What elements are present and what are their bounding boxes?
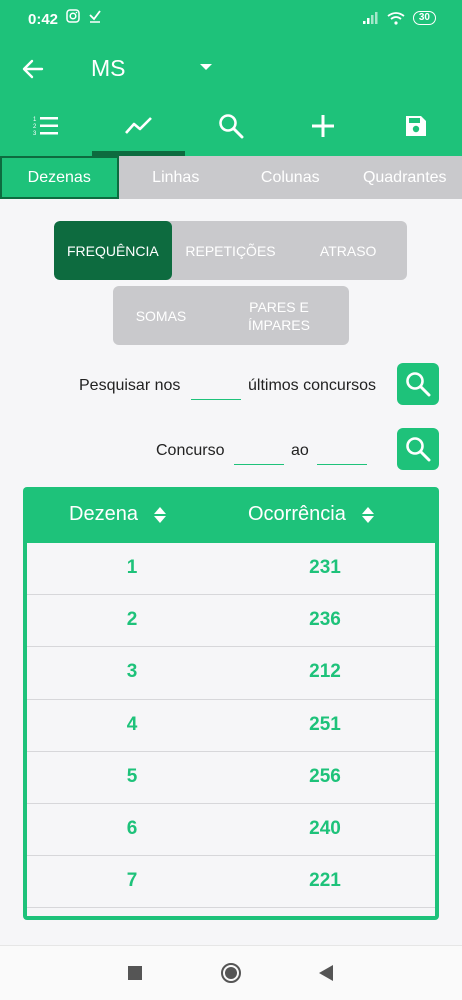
svg-text:2: 2 xyxy=(33,124,37,130)
range-to-input[interactable] xyxy=(317,443,367,465)
cell-dezena: 5 xyxy=(126,765,138,787)
cell-ocorrencia: 256 xyxy=(309,765,341,787)
header-dezena-label: Dezena xyxy=(69,503,138,525)
app-bar: MS xyxy=(0,42,462,96)
app-title[interactable]: MS xyxy=(91,55,126,82)
square-icon xyxy=(128,966,142,980)
tab-save[interactable] xyxy=(370,96,462,156)
subtab-linhas[interactable]: Linhas xyxy=(119,156,234,199)
search-icon xyxy=(406,437,431,462)
cell-dezena: 1 xyxy=(126,557,138,578)
status-icons-right: 30 xyxy=(362,11,436,25)
system-nav-bar xyxy=(0,945,462,1000)
subtabs: Dezenas Linhas Colunas Quadrantes xyxy=(0,156,462,199)
segment-pares-impares[interactable]: PARES E ÍMPARES xyxy=(209,286,349,345)
search-range-button[interactable] xyxy=(397,428,439,470)
cell-ocorrencia: 221 xyxy=(309,870,341,892)
cell-ocorrencia: 236 xyxy=(309,609,341,631)
list-numbered-icon: 123 xyxy=(33,117,59,137)
table-row[interactable]: 2 236 xyxy=(27,595,435,648)
segment-atraso[interactable]: ATRASO xyxy=(289,221,407,280)
cell-dezena: 4 xyxy=(126,713,138,735)
table-row[interactable]: 3 212 xyxy=(27,647,435,700)
svg-text:1: 1 xyxy=(33,117,37,123)
instagram-icon xyxy=(66,9,80,23)
wifi-icon xyxy=(387,11,405,25)
range-from-input[interactable] xyxy=(234,443,284,465)
table-row[interactable]: 6 240 xyxy=(27,804,435,857)
subtab-dezenas[interactable]: Dezenas xyxy=(0,156,119,199)
download-done-icon xyxy=(89,10,101,23)
cell-ocorrencia: 240 xyxy=(309,817,341,839)
cell-ocorrencia: 212 xyxy=(309,661,341,683)
header-dezena[interactable]: Dezena xyxy=(69,503,166,526)
table-row[interactable]: 4 251 xyxy=(27,700,435,752)
battery-icon: 30 xyxy=(412,11,436,25)
analysis-type-selector: FREQUÊNCIA REPETIÇÕES ATRASO xyxy=(54,221,407,280)
segment-frequencia[interactable]: FREQUÊNCIA xyxy=(54,221,172,280)
sort-icon[interactable] xyxy=(361,506,374,523)
range-prefix: Concurso xyxy=(156,442,225,459)
tab-add[interactable] xyxy=(277,96,369,156)
cell-dezena: 3 xyxy=(126,661,138,683)
status-bar: 0:42 30 xyxy=(0,0,462,42)
table-row[interactable]: 7 221 xyxy=(27,856,435,909)
search-last-prefix: Pesquisar nos xyxy=(79,377,181,394)
table-row[interactable]: 5 256 xyxy=(27,752,435,804)
cell-dezena: 7 xyxy=(126,870,138,892)
cell-dezena: 2 xyxy=(126,609,138,631)
triangle-back-icon xyxy=(319,965,333,981)
search-icon xyxy=(219,114,244,139)
status-icons-left xyxy=(66,9,102,23)
sort-icon[interactable] xyxy=(153,506,166,523)
segment-repeticoes[interactable]: REPETIÇÕES xyxy=(172,221,290,280)
add-icon xyxy=(312,115,335,137)
trending-icon xyxy=(124,117,152,134)
tab-list[interactable]: 123 xyxy=(0,96,92,156)
home-button[interactable] xyxy=(220,962,242,984)
search-last-button[interactable] xyxy=(397,363,439,405)
signal-icon xyxy=(362,12,378,24)
dropdown-arrow-icon[interactable] xyxy=(200,64,212,70)
back-arrow-icon[interactable] xyxy=(20,56,46,82)
range-mid: ao xyxy=(291,442,309,459)
subtab-colunas[interactable]: Colunas xyxy=(233,156,348,199)
svg-text:3: 3 xyxy=(33,131,37,137)
header-ocorrencia-label: Ocorrência xyxy=(248,503,346,525)
circle-icon xyxy=(221,963,241,983)
toolbar: 123 xyxy=(0,96,462,156)
last-contests-input[interactable] xyxy=(191,378,241,400)
results-table: Dezena Ocorrência 1 231 2 236 3 212 4 251 5 2… xyxy=(23,487,439,920)
back-button[interactable] xyxy=(315,962,337,984)
subtab-quadrantes[interactable]: Quadrantes xyxy=(348,156,462,199)
cell-ocorrencia: 251 xyxy=(309,713,341,735)
analysis-type-selector-2: SOMAS PARES E ÍMPARES xyxy=(113,286,349,345)
segment-somas[interactable]: SOMAS xyxy=(113,286,209,345)
recents-button[interactable] xyxy=(124,962,146,984)
table-body: 1 231 2 236 3 212 4 251 5 256 6 240 7 221 xyxy=(27,543,435,916)
header-ocorrencia[interactable]: Ocorrência xyxy=(248,503,374,526)
tab-search[interactable] xyxy=(185,96,277,156)
cell-ocorrencia: 231 xyxy=(309,557,341,578)
cell-dezena: 6 xyxy=(126,817,138,839)
status-time: 0:42 xyxy=(28,11,59,28)
search-last-suffix: últimos concursos xyxy=(248,377,377,394)
save-icon xyxy=(405,116,426,136)
tab-statistics[interactable] xyxy=(92,96,186,156)
table-row[interactable]: 1 231 xyxy=(27,543,435,596)
search-icon xyxy=(406,372,431,397)
